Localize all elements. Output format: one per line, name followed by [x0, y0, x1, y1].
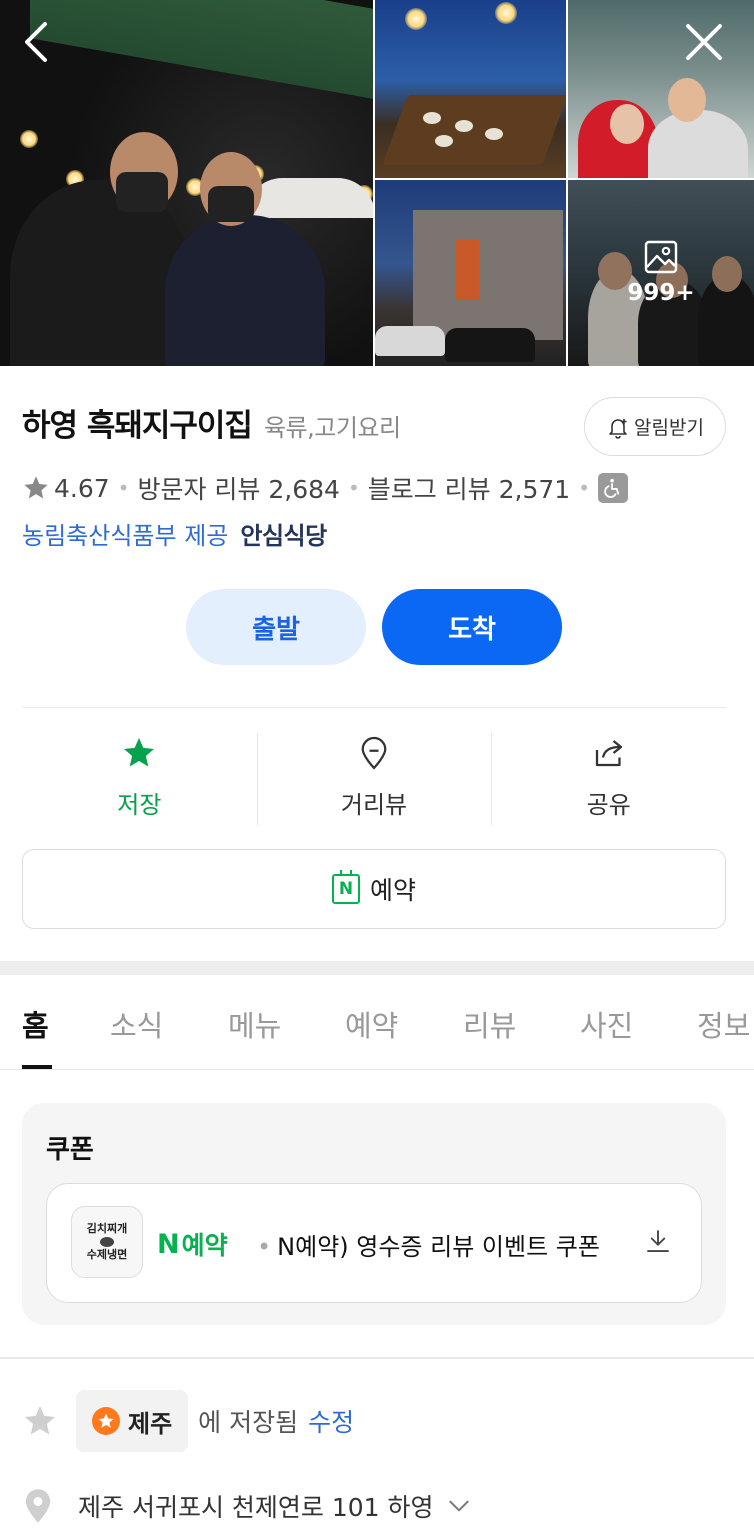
notify-label: 알림받기 [634, 417, 704, 439]
address-text: 제주 서귀포시 천제연로 101 하영 [78, 1493, 434, 1522]
provider-row: 농림축산식품부 제공 안심식당 [22, 516, 327, 551]
notify-button[interactable]: 알림받기 [584, 397, 726, 456]
chevron-down-icon [448, 1500, 469, 1512]
active-tab-indicator [22, 1065, 52, 1069]
download-icon [647, 1230, 669, 1252]
saved-folder-chip[interactable]: 제주 [76, 1390, 189, 1452]
share-button[interactable]: 공유 [491, 733, 726, 825]
save-button[interactable]: 저장 [22, 733, 257, 825]
section-divider [0, 961, 754, 975]
arrive-button[interactable]: 도착 [382, 589, 562, 665]
place-name: 하영 흑돼지구이집 [22, 408, 253, 444]
tab-reservation[interactable]: 예약 [345, 1003, 398, 1045]
bell-plus-icon [609, 418, 627, 439]
map-pin-icon [361, 736, 387, 770]
more-photos-overlay[interactable]: 999+ [568, 180, 754, 366]
action-bar: 저장 거리뷰 공유 [22, 733, 726, 825]
logo-icon [100, 1237, 114, 1247]
save-label: 저장 [117, 791, 162, 819]
coupon-section: 쿠폰 김치찌개 수제냉면 N 예약 • N예약) 영수증 리뷰 이벤트 쿠폰 [22, 1103, 726, 1325]
coupon-title: 쿠폰 [46, 1135, 94, 1165]
tab-menu[interactable]: 메뉴 [228, 1003, 281, 1045]
star-filled-icon [124, 738, 155, 767]
visitor-reviews-link[interactable]: 방문자 리뷰 2,684 [137, 470, 339, 506]
tab-bar: 홈 소식 메뉴 예약 리뷰 사진 정보 [0, 975, 754, 1070]
close-icon [686, 24, 722, 60]
share-label: 공유 [586, 791, 631, 819]
naver-n-icon: N [157, 1228, 180, 1260]
coupon-text: • N예약) 영수증 리뷰 이벤트 쿠폰 [257, 1233, 600, 1261]
blog-reviews-link[interactable]: 블로그 리뷰 2,571 [368, 470, 570, 506]
location-pin-icon [25, 1489, 51, 1523]
naver-reservation-brand: N 예약 [157, 1228, 228, 1261]
star-icon [25, 1406, 55, 1435]
tab-news[interactable]: 소식 [110, 1003, 163, 1045]
coupon-thumbnail: 김치찌개 수제냉면 [71, 1206, 143, 1278]
saved-folder-name: 제주 [128, 1409, 173, 1438]
tab-info[interactable]: 정보 [697, 1003, 750, 1045]
share-icon [595, 740, 622, 767]
streetview-button[interactable]: 거리뷰 [256, 733, 492, 825]
depart-button[interactable]: 출발 [186, 589, 366, 665]
photo-thumbnail[interactable] [568, 0, 754, 178]
saved-row: 제주 에 저장됨 수정 [22, 1390, 354, 1452]
tab-review[interactable]: 리뷰 [463, 1003, 516, 1045]
divider [0, 1357, 754, 1359]
wheelchair-icon [598, 473, 628, 503]
photo-thumbnail[interactable] [375, 180, 566, 366]
stats-row: 4.67 • 방문자 리뷰 2,684 • 블로그 리뷰 2,571 • [22, 470, 628, 506]
divider [22, 707, 726, 708]
chevron-left-icon [25, 22, 47, 62]
download-button[interactable] [643, 1226, 673, 1260]
safe-restaurant-badge: 안심식당 [240, 522, 327, 550]
edit-link[interactable]: 수정 [308, 1403, 354, 1439]
folder-star-icon [92, 1407, 120, 1435]
place-category: 육류,고기요리 [263, 414, 401, 442]
coupon-item[interactable]: 김치찌개 수제냉면 N 예약 • N예약) 영수증 리뷰 이벤트 쿠폰 [46, 1183, 702, 1303]
reserve-button[interactable]: N 예약 [22, 849, 726, 929]
star-icon [24, 476, 48, 499]
saved-status-text: 에 저장됨 [198, 1408, 299, 1437]
photo-thumbnail[interactable] [375, 0, 566, 178]
close-button[interactable] [682, 20, 726, 64]
naver-calendar-icon: N [331, 870, 360, 904]
back-button[interactable] [14, 20, 58, 64]
image-icon [644, 240, 678, 274]
address-row[interactable]: 제주 서귀포시 천제연로 101 하영 [22, 1484, 472, 1528]
streetview-label: 거리뷰 [340, 791, 408, 819]
tab-home[interactable]: 홈 [22, 1003, 49, 1045]
tab-photos[interactable]: 사진 [580, 1003, 633, 1045]
reserve-label: 예약 [369, 876, 416, 905]
title-row: 하영 흑돼지구이집 육류,고기요리 [22, 400, 401, 445]
provider-link[interactable]: 농림축산식품부 제공 [22, 516, 228, 551]
photo-count: 999+ [627, 280, 695, 306]
rating-value: 4.67 [54, 473, 110, 503]
photo-gallery[interactable]: 999+ [0, 0, 754, 366]
